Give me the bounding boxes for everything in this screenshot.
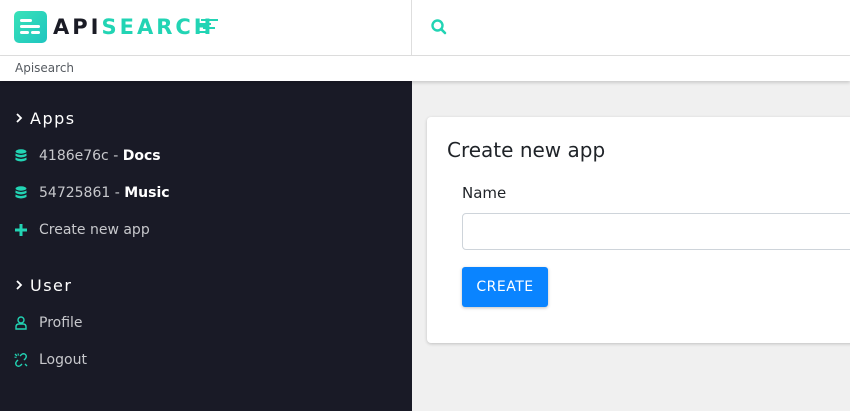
sidebar-item-label: 4186e76c - Docs [39, 148, 161, 164]
sidebar-section-apps[interactable]: Apps [14, 107, 76, 129]
sidebar-item-app-music[interactable]: 54725861 - Music [14, 182, 170, 204]
chevron-right-icon [16, 280, 23, 290]
logo-text[interactable]: APISEARCH [53, 14, 214, 40]
create-button[interactable]: CREATE [462, 267, 548, 307]
sidebar-item-logout[interactable]: Logout [14, 349, 87, 371]
logo-text-search: SEARCH [101, 15, 215, 39]
database-icon [14, 149, 28, 163]
create-app-card: Create new app Name CREATE [427, 117, 850, 343]
plus-icon [14, 223, 28, 237]
breadcrumb-item[interactable]: Apisearch [15, 61, 74, 76]
app-id: 54725861 [39, 185, 111, 201]
app-id: 4186e76c [39, 148, 109, 164]
breadcrumb: Apisearch [0, 56, 850, 81]
sidebar: Apps 4186e76c - Docs 54725861 - Music Cr… [0, 81, 412, 411]
brand-area: APISEARCH [0, 0, 412, 56]
sidebar-item-label: Profile [39, 315, 83, 331]
chevron-right-icon [16, 113, 23, 123]
app-separator: - [108, 148, 123, 164]
top-bar: APISEARCH [0, 0, 850, 56]
app-separator: - [110, 185, 125, 201]
unlink-icon [14, 353, 28, 367]
sidebar-section-user[interactable]: User [14, 274, 72, 296]
database-icon [14, 186, 28, 200]
sidebar-item-create-app[interactable]: Create new app [14, 219, 150, 241]
name-label: Name [462, 184, 507, 202]
sidebar-section-title: User [30, 275, 73, 295]
apisearch-logo-icon[interactable] [14, 11, 47, 43]
logo-speed-lines [199, 19, 219, 35]
sidebar-item-label: Logout [39, 352, 87, 368]
logo-text-api: API [53, 15, 102, 39]
card-title: Create new app [447, 138, 606, 162]
sidebar-section-title: Apps [30, 108, 76, 128]
app-name: Docs [122, 148, 161, 164]
search-icon[interactable] [430, 18, 448, 36]
sidebar-item-profile[interactable]: Profile [14, 312, 83, 334]
user-icon [14, 316, 28, 330]
sidebar-item-label: 54725861 - Music [39, 185, 170, 201]
app-name: Music [124, 185, 170, 201]
name-input[interactable] [462, 213, 850, 250]
sidebar-item-app-docs[interactable]: 4186e76c - Docs [14, 145, 161, 167]
sidebar-item-label: Create new app [39, 222, 150, 238]
